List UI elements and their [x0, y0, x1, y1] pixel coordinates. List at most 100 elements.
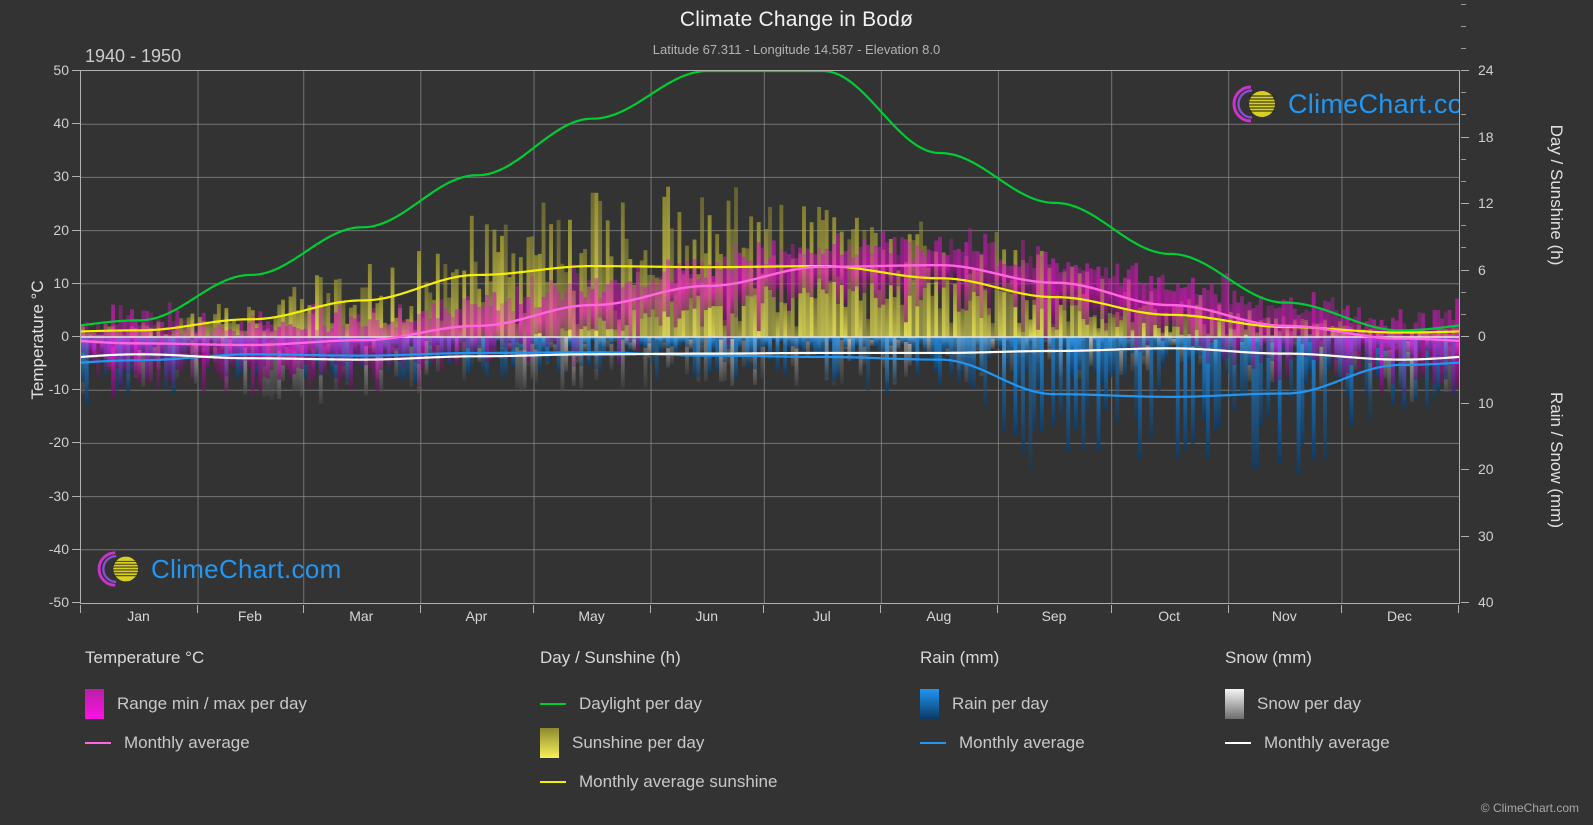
legend-column-title: Temperature °C	[85, 648, 205, 667]
legend-swatch-line	[540, 702, 566, 705]
legend-item[interactable]: Daylight per day	[540, 684, 777, 723]
x-tickmark	[1227, 605, 1229, 613]
y-tickmark-minor	[1461, 158, 1466, 160]
x-tickmark	[302, 605, 304, 613]
y-tick-rain-snow: 40	[1478, 594, 1494, 610]
legend-item-label: Range min / max per day	[117, 693, 307, 713]
y-tickmark-minor	[1461, 225, 1466, 227]
y-tickmark-minor	[1461, 114, 1466, 116]
x-tickmark	[880, 605, 882, 613]
climechart-logo-icon-2	[97, 551, 139, 587]
y-tickmark-minor	[1461, 25, 1466, 27]
legend-item[interactable]: Rain per day	[920, 684, 1085, 723]
y-tickmark-minor	[1461, 313, 1466, 315]
x-tick-jan: Jan	[127, 608, 150, 624]
legend-item-label: Daylight per day	[579, 693, 702, 713]
legend-item[interactable]: Monthly average	[85, 723, 307, 762]
x-tick-sep: Sep	[1041, 608, 1067, 624]
plot-area: Temperature °C Day / Sunshine (h) Rain /…	[0, 0, 1593, 640]
y-tickmark-minor	[1461, 47, 1466, 49]
y-tick-temperature: 30	[53, 168, 69, 185]
x-tickmark	[197, 605, 199, 613]
plot-canvas: ClimeChart.com ClimeChart.com	[80, 70, 1460, 604]
legend-item-label: Snow per day	[1257, 693, 1361, 713]
legend-item-label: Monthly average	[959, 732, 1085, 752]
legend-item[interactable]: Sunshine per day	[540, 723, 777, 762]
chart-legend: Temperature °C Range min / max per day Mon…	[0, 648, 1593, 808]
y-tickmark-right	[1461, 203, 1469, 204]
y-tickmark-left	[72, 495, 80, 497]
y-tick-day-sunshine: 24	[1478, 62, 1494, 78]
y-tickmark-left	[72, 442, 80, 444]
watermark-text-bottom: ClimeChart.com	[151, 553, 342, 584]
y-tick-temperature: 40	[53, 115, 69, 132]
legend-column-title: Snow (mm)	[1225, 648, 1312, 667]
legend-item-label: Sunshine per day	[572, 732, 705, 752]
y-tickmark-left	[72, 70, 80, 71]
watermark-logo-top: ClimeChart.com	[1231, 83, 1459, 125]
legend-column-day: Day / Sunshine (h) Daylight per day Sunshi…	[540, 648, 777, 801]
legend-swatch-line	[1225, 741, 1251, 744]
x-tickmark	[80, 605, 81, 613]
y-tick-day-sunshine: 12	[1478, 195, 1494, 211]
legend-swatch-box	[540, 727, 559, 758]
y-tickmark-minor	[1461, 3, 1466, 5]
x-tickmark	[1340, 605, 1342, 613]
y-tick-rain-snow: 10	[1478, 394, 1494, 411]
y-tickmark-left	[72, 229, 80, 231]
legend-item[interactable]: Monthly average	[920, 723, 1085, 762]
y-tick-day-sunshine: 18	[1478, 128, 1494, 145]
y-tick-temperature: -30	[48, 487, 69, 504]
y-tickmark-right	[1461, 70, 1469, 71]
y-axis-label-rain-snow: Rain / Snow (mm)	[1547, 391, 1566, 529]
x-tick-may: May	[578, 608, 605, 624]
legend-item[interactable]: Monthly average	[1225, 723, 1390, 762]
legend-column-temperature: Temperature °C Range min / max per day Mon…	[85, 648, 307, 762]
x-tick-apr: Apr	[465, 608, 488, 624]
legend-item[interactable]: Snow per day	[1225, 684, 1390, 723]
x-tick-jun: Jun	[695, 608, 718, 624]
x-tickmark	[1110, 605, 1112, 613]
legend-swatch-box	[1225, 688, 1244, 719]
y-tick-rain-snow: 20	[1478, 461, 1494, 477]
x-tick-mar: Mar	[349, 608, 374, 624]
y-tickmark-minor	[1461, 180, 1466, 182]
x-tick-jul: Jul	[812, 608, 831, 624]
x-tickmark	[997, 605, 999, 613]
watermark-text-top: ClimeChart.com	[1288, 88, 1459, 119]
y-tick-temperature: -10	[48, 381, 69, 398]
legend-item-label: Monthly average sunshine	[579, 771, 778, 791]
y-tick-temperature: 0	[61, 328, 69, 344]
watermark-logo-bottom: ClimeChart.com	[96, 549, 342, 589]
x-tick-dec: Dec	[1387, 608, 1412, 624]
climechart-logo-icon	[1232, 85, 1275, 123]
y-tickmark-left	[72, 176, 80, 178]
y-tickmark-minor	[1461, 92, 1466, 94]
y-tickmark-left	[72, 602, 80, 603]
x-tickmark	[419, 605, 421, 613]
y-tickmark-right	[1461, 269, 1469, 271]
y-tickmark-right	[1461, 402, 1469, 404]
y-tickmark-right	[1461, 336, 1469, 337]
legend-item[interactable]: Range min / max per day	[85, 684, 307, 723]
legend-item[interactable]: Monthly average sunshine	[540, 762, 777, 801]
y-tickmark-right	[1461, 602, 1469, 603]
chart-graphics	[81, 71, 1459, 603]
y-axis-label-day-sunshine: Day / Sunshine (h)	[1547, 124, 1566, 266]
legend-swatch-box	[920, 688, 939, 719]
y-tick-temperature: 10	[53, 274, 69, 291]
y-tickmark-left	[72, 548, 80, 550]
legend-swatch-line	[85, 741, 111, 744]
x-tickmark	[763, 605, 765, 613]
y-tickmark-minor	[1461, 247, 1466, 249]
x-tick-nov: Nov	[1271, 608, 1297, 624]
legend-column-title: Day / Sunshine (h)	[540, 648, 681, 667]
legend-item-label: Monthly average	[1264, 732, 1390, 752]
y-tick-temperature: 20	[53, 221, 69, 238]
x-tickmark	[533, 605, 535, 613]
legend-swatch-box	[85, 688, 104, 719]
y-tick-temperature: 50	[53, 62, 69, 78]
legend-column-rain: Rain (mm) Rain per day Monthly average	[920, 648, 1085, 762]
x-tick-feb: Feb	[237, 608, 262, 624]
y-tickmark-right	[1461, 535, 1469, 537]
